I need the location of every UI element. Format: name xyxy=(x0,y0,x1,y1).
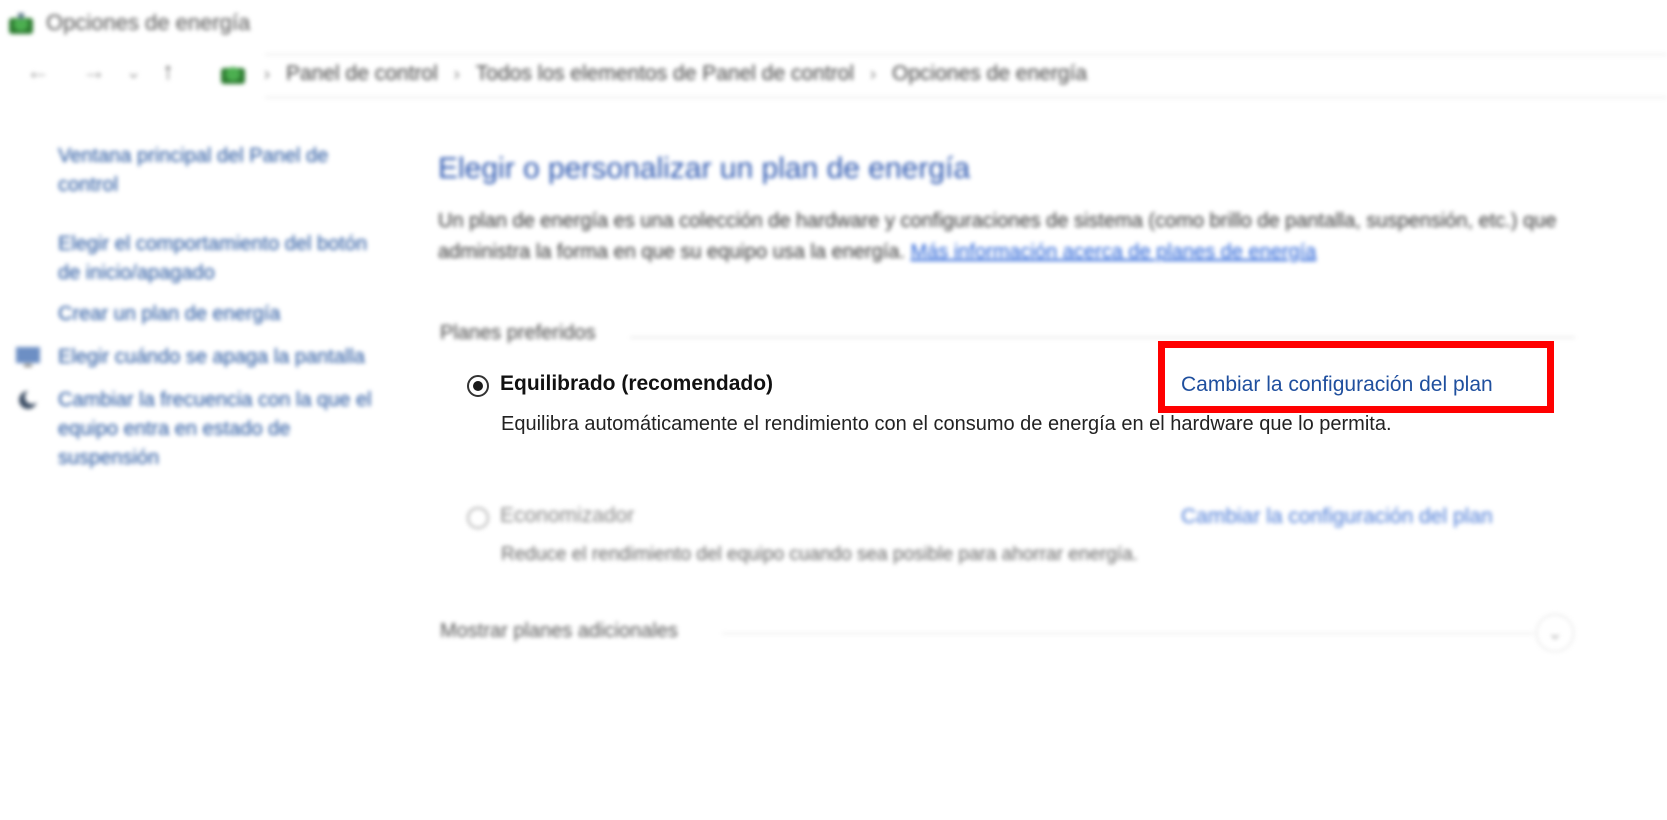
divider xyxy=(630,337,1575,338)
change-plan-settings-link-2[interactable]: Cambiar la configuración del plan xyxy=(1181,505,1493,529)
plan-power-saver-name: Economizador xyxy=(500,504,635,527)
address-bar: ← → ⌄ ↑ › Panel de control › Todos los e… xyxy=(0,50,1667,104)
breadcrumb-separator: › xyxy=(453,63,460,84)
power-options-icon xyxy=(9,13,33,34)
sidebar-item-sleep[interactable]: Cambiar la frecuencia con la que el equi… xyxy=(58,386,378,473)
monitor-icon xyxy=(16,347,40,367)
sidebar-item-control-panel-home[interactable]: Ventana principal del Panel de control xyxy=(58,142,378,200)
highlight-box xyxy=(1158,341,1554,413)
page-description: Un plan de energía es una colección de h… xyxy=(438,206,1578,268)
breadcrumb: › Panel de control › Todos los elementos… xyxy=(218,62,1087,86)
plan-balanced-radio[interactable] xyxy=(467,375,489,397)
expand-button[interactable]: ⌄ xyxy=(1536,614,1574,652)
moon-icon xyxy=(19,390,39,409)
show-additional-plans-label[interactable]: Mostrar planes adicionales xyxy=(440,620,678,643)
divider xyxy=(722,633,1534,634)
chevron-down-icon: ⌄ xyxy=(1547,622,1563,643)
breadcrumb-separator: › xyxy=(870,63,877,84)
forward-button[interactable]: → xyxy=(82,58,106,86)
breadcrumb-item-control-panel[interactable]: Panel de control xyxy=(286,62,438,86)
window-title: Opciones de energía xyxy=(46,10,251,35)
learn-more-link[interactable]: Más información acerca de planes de ener… xyxy=(911,241,1317,263)
plan-power-saver-radio[interactable] xyxy=(467,507,489,529)
sidebar: Ventana principal del Panel de control E… xyxy=(16,142,378,487)
preferred-plans-label: Planes preferidos xyxy=(440,322,596,344)
sidebar-item-display-off[interactable]: Elegir cuándo se apaga la pantalla xyxy=(58,343,378,372)
back-button[interactable]: ← xyxy=(26,58,50,86)
sidebar-item-power-button[interactable]: Elegir el comportamiento del botón de in… xyxy=(58,230,378,288)
title-bar: Opciones de energía xyxy=(0,0,1667,46)
sidebar-item-create-plan[interactable]: Crear un plan de energía xyxy=(58,300,378,329)
breadcrumb-separator: › xyxy=(264,63,270,84)
plan-power-saver-description: Reduce el rendimiento del equipo cuando … xyxy=(501,544,1138,565)
up-button[interactable]: ↑ xyxy=(162,58,174,86)
page-title: Elegir o personalizar un plan de energía xyxy=(438,152,971,185)
recent-locations-button[interactable]: ⌄ xyxy=(126,62,141,83)
breadcrumb-item-power-options[interactable]: Opciones de energía xyxy=(892,62,1087,86)
breadcrumb-item-all-items[interactable]: Todos los elementos de Panel de control xyxy=(476,62,854,86)
power-options-icon xyxy=(221,67,245,84)
plan-balanced-name: Equilibrado (recomendado) xyxy=(500,372,774,395)
